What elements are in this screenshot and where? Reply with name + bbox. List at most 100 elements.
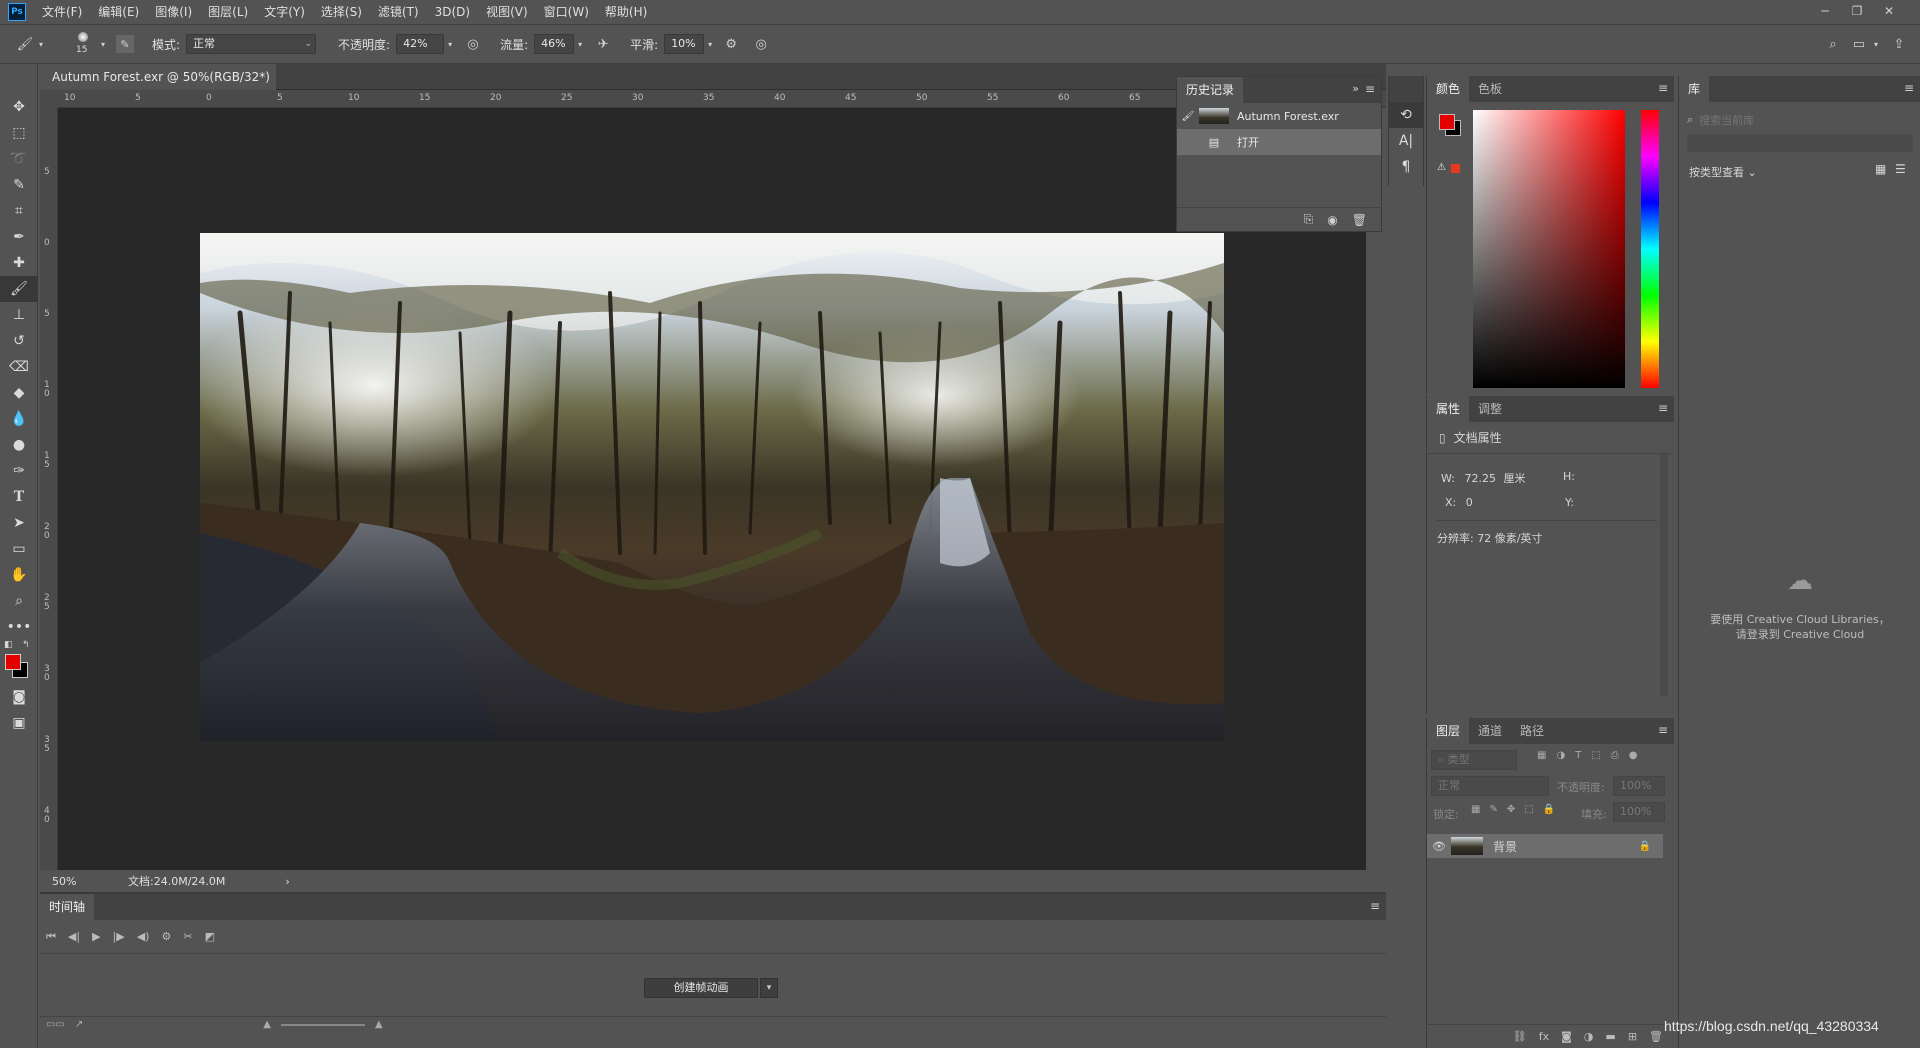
more-tools-icon[interactable]: ••• xyxy=(0,614,38,640)
scissors-icon[interactable]: ✂ xyxy=(183,930,192,943)
view-by-type-dropdown[interactable]: 按类型查看 ⌄ xyxy=(1689,164,1757,180)
menu-item-2[interactable]: 图像(I) xyxy=(147,0,200,24)
layer-opacity-field[interactable]: 100% xyxy=(1613,776,1665,796)
new-group-icon[interactable]: ▬ xyxy=(1605,1030,1615,1043)
settings-icon[interactable]: ⚙ xyxy=(161,930,171,943)
type-tool-icon[interactable]: T xyxy=(0,484,38,510)
minimize-icon[interactable]: ─ xyxy=(1812,0,1838,24)
next-frame-icon[interactable]: |▶ xyxy=(113,930,125,943)
filter-toggle-icon[interactable]: ● xyxy=(1629,750,1638,761)
chevron-down-icon[interactable]: ▾ xyxy=(574,33,586,55)
history-step[interactable]: ▤ 打开 xyxy=(1177,129,1381,155)
camera-icon[interactable]: ◉ xyxy=(1327,213,1337,227)
crop-tool-icon[interactable]: ⌗ xyxy=(0,198,38,224)
pixel-filter-icon[interactable]: ▦ xyxy=(1537,750,1546,761)
lock-transparent-icon[interactable]: ▦ xyxy=(1471,804,1480,815)
ruler-origin[interactable] xyxy=(40,90,58,108)
zoom-in-icon[interactable]: ▲ xyxy=(375,1019,383,1030)
fill-field[interactable]: 100% xyxy=(1613,802,1665,822)
dodge-tool-icon[interactable]: ● xyxy=(0,432,38,458)
move-tool-icon[interactable]: ✥ xyxy=(0,94,38,120)
panel-foreground-swatch[interactable] xyxy=(1439,114,1455,130)
zoom-level[interactable]: 50% xyxy=(52,875,112,888)
zoom-out-icon[interactable]: ▲ xyxy=(263,1019,271,1030)
quick-mask-icon[interactable]: ◙ xyxy=(0,684,38,710)
flow-field[interactable]: 46% xyxy=(534,34,575,54)
scrollbar[interactable] xyxy=(1660,452,1668,696)
vertical-ruler[interactable]: 5 0 5 1 0 1 5 2 0 2 5 3 0 3 5 4 0 xyxy=(40,108,58,870)
panorama-image[interactable] xyxy=(200,233,1224,741)
panel-menu-icon[interactable]: ≡ xyxy=(1370,899,1380,913)
blur-tool-icon[interactable]: 💧 xyxy=(0,406,38,432)
collapse-icon[interactable]: » xyxy=(1352,82,1359,95)
chevron-down-icon[interactable]: ▾ xyxy=(760,978,778,998)
mode-select[interactable]: 正常 ⌄ xyxy=(186,34,317,54)
layer-filter-select[interactable]: ⌕ 类型 xyxy=(1431,750,1517,770)
adjustment-filter-icon[interactable]: ◑ xyxy=(1556,750,1565,761)
tab-color[interactable]: 颜色 xyxy=(1427,76,1470,102)
smart-object-filter-icon[interactable]: ⎙ xyxy=(1611,750,1619,761)
paragraph-panel-icon[interactable]: ¶ xyxy=(1389,154,1423,180)
previous-frame-icon[interactable]: ◀| xyxy=(68,930,80,943)
menu-item-10[interactable]: 帮助(H) xyxy=(597,0,655,24)
tab-history[interactable]: 历史记录 xyxy=(1177,77,1244,103)
width-value[interactable]: 72.25 xyxy=(1464,472,1496,485)
hue-slider[interactable] xyxy=(1641,110,1659,388)
type-filter-icon[interactable]: T xyxy=(1575,750,1581,761)
panel-menu-icon[interactable]: ≡ xyxy=(1658,401,1668,415)
clone-stamp-tool-icon[interactable]: ⊥ xyxy=(0,302,38,328)
menu-item-6[interactable]: 滤镜(T) xyxy=(370,0,427,24)
first-frame-icon[interactable]: ⏮ xyxy=(46,930,56,944)
pen-tool-icon[interactable]: ✑ xyxy=(0,458,38,484)
document-tab[interactable]: Autumn Forest.exr @ 50%(RGB/32*) * ✕ xyxy=(40,64,276,110)
foreground-color-swatch[interactable] xyxy=(5,654,21,670)
adjustment-layer-icon[interactable]: ◑ xyxy=(1584,1030,1594,1043)
brush-size-picker[interactable]: 15 xyxy=(68,29,98,59)
pressure-opacity-icon[interactable]: ◎ xyxy=(462,33,484,55)
convert-icon[interactable]: ↗ xyxy=(75,1019,83,1030)
tab-channels[interactable]: 通道 xyxy=(1469,718,1511,744)
library-message-line2[interactable]: 请登录到 Creative Cloud xyxy=(1679,627,1920,642)
x-value[interactable]: 0 xyxy=(1466,496,1473,509)
marquee-tool-icon[interactable]: ⬚ xyxy=(0,120,38,146)
default-colors-icon[interactable]: ◧ xyxy=(4,640,13,650)
screen-mode-icon[interactable]: ▣ xyxy=(0,710,38,736)
character-panel-icon[interactable]: A| xyxy=(1389,128,1423,154)
shape-filter-icon[interactable]: ⬚ xyxy=(1591,750,1600,761)
search-icon[interactable]: ⌕ xyxy=(1822,33,1844,55)
pressure-size-icon[interactable]: ◎ xyxy=(750,33,772,55)
menu-item-5[interactable]: 选择(S) xyxy=(313,0,370,24)
tab-timeline[interactable]: 时间轴 xyxy=(40,894,95,920)
menu-item-1[interactable]: 编辑(E) xyxy=(90,0,147,24)
photoshop-logo-icon[interactable]: Ps xyxy=(8,3,26,21)
library-select[interactable] xyxy=(1687,134,1913,152)
lock-artboard-icon[interactable]: ⬚ xyxy=(1524,804,1533,815)
brush-panel-icon[interactable]: ✎ xyxy=(116,35,134,53)
healing-brush-tool-icon[interactable]: ✚ xyxy=(0,250,38,276)
tab-paths[interactable]: 路径 xyxy=(1511,718,1553,744)
opacity-field[interactable]: 42% xyxy=(396,34,445,54)
color-field[interactable] xyxy=(1473,110,1625,388)
history-brush-source-icon[interactable]: 🖌 xyxy=(1177,111,1199,122)
library-search-input[interactable] xyxy=(1699,113,1880,127)
create-frame-animation-button[interactable]: 创建帧动画 xyxy=(644,978,758,998)
history-snapshot[interactable]: 🖌 Autumn Forest.exr xyxy=(1177,103,1381,129)
lasso-tool-icon[interactable]: ➰ xyxy=(0,146,38,172)
menu-item-7[interactable]: 3D(D) xyxy=(427,0,478,24)
panel-menu-icon[interactable]: ≡ xyxy=(1365,82,1375,96)
eraser-tool-icon[interactable]: ⌫ xyxy=(0,354,38,380)
tab-swatches[interactable]: 色板 xyxy=(1469,76,1511,102)
audio-icon[interactable]: ◀) xyxy=(137,930,150,943)
chevron-down-icon[interactable]: ▾ xyxy=(704,33,716,55)
list-view-icon[interactable]: ☰ xyxy=(1895,162,1906,176)
tab-layers[interactable]: 图层 xyxy=(1427,718,1470,744)
chevron-down-icon[interactable]: ▾ xyxy=(1870,33,1882,55)
lock-position-icon[interactable]: ✥ xyxy=(1507,804,1515,815)
play-icon[interactable]: ▶ xyxy=(92,930,100,943)
swap-colors-icon[interactable]: ↰ xyxy=(22,640,30,650)
eye-icon[interactable]: 👁 xyxy=(1427,840,1451,853)
brush-tool-preset-icon[interactable]: 🖌 xyxy=(14,33,36,55)
lock-all-icon[interactable]: 🔒 xyxy=(1543,804,1555,815)
chevron-down-icon[interactable]: ▾ xyxy=(444,33,456,55)
path-selection-tool-icon[interactable]: ➤ xyxy=(0,510,38,536)
